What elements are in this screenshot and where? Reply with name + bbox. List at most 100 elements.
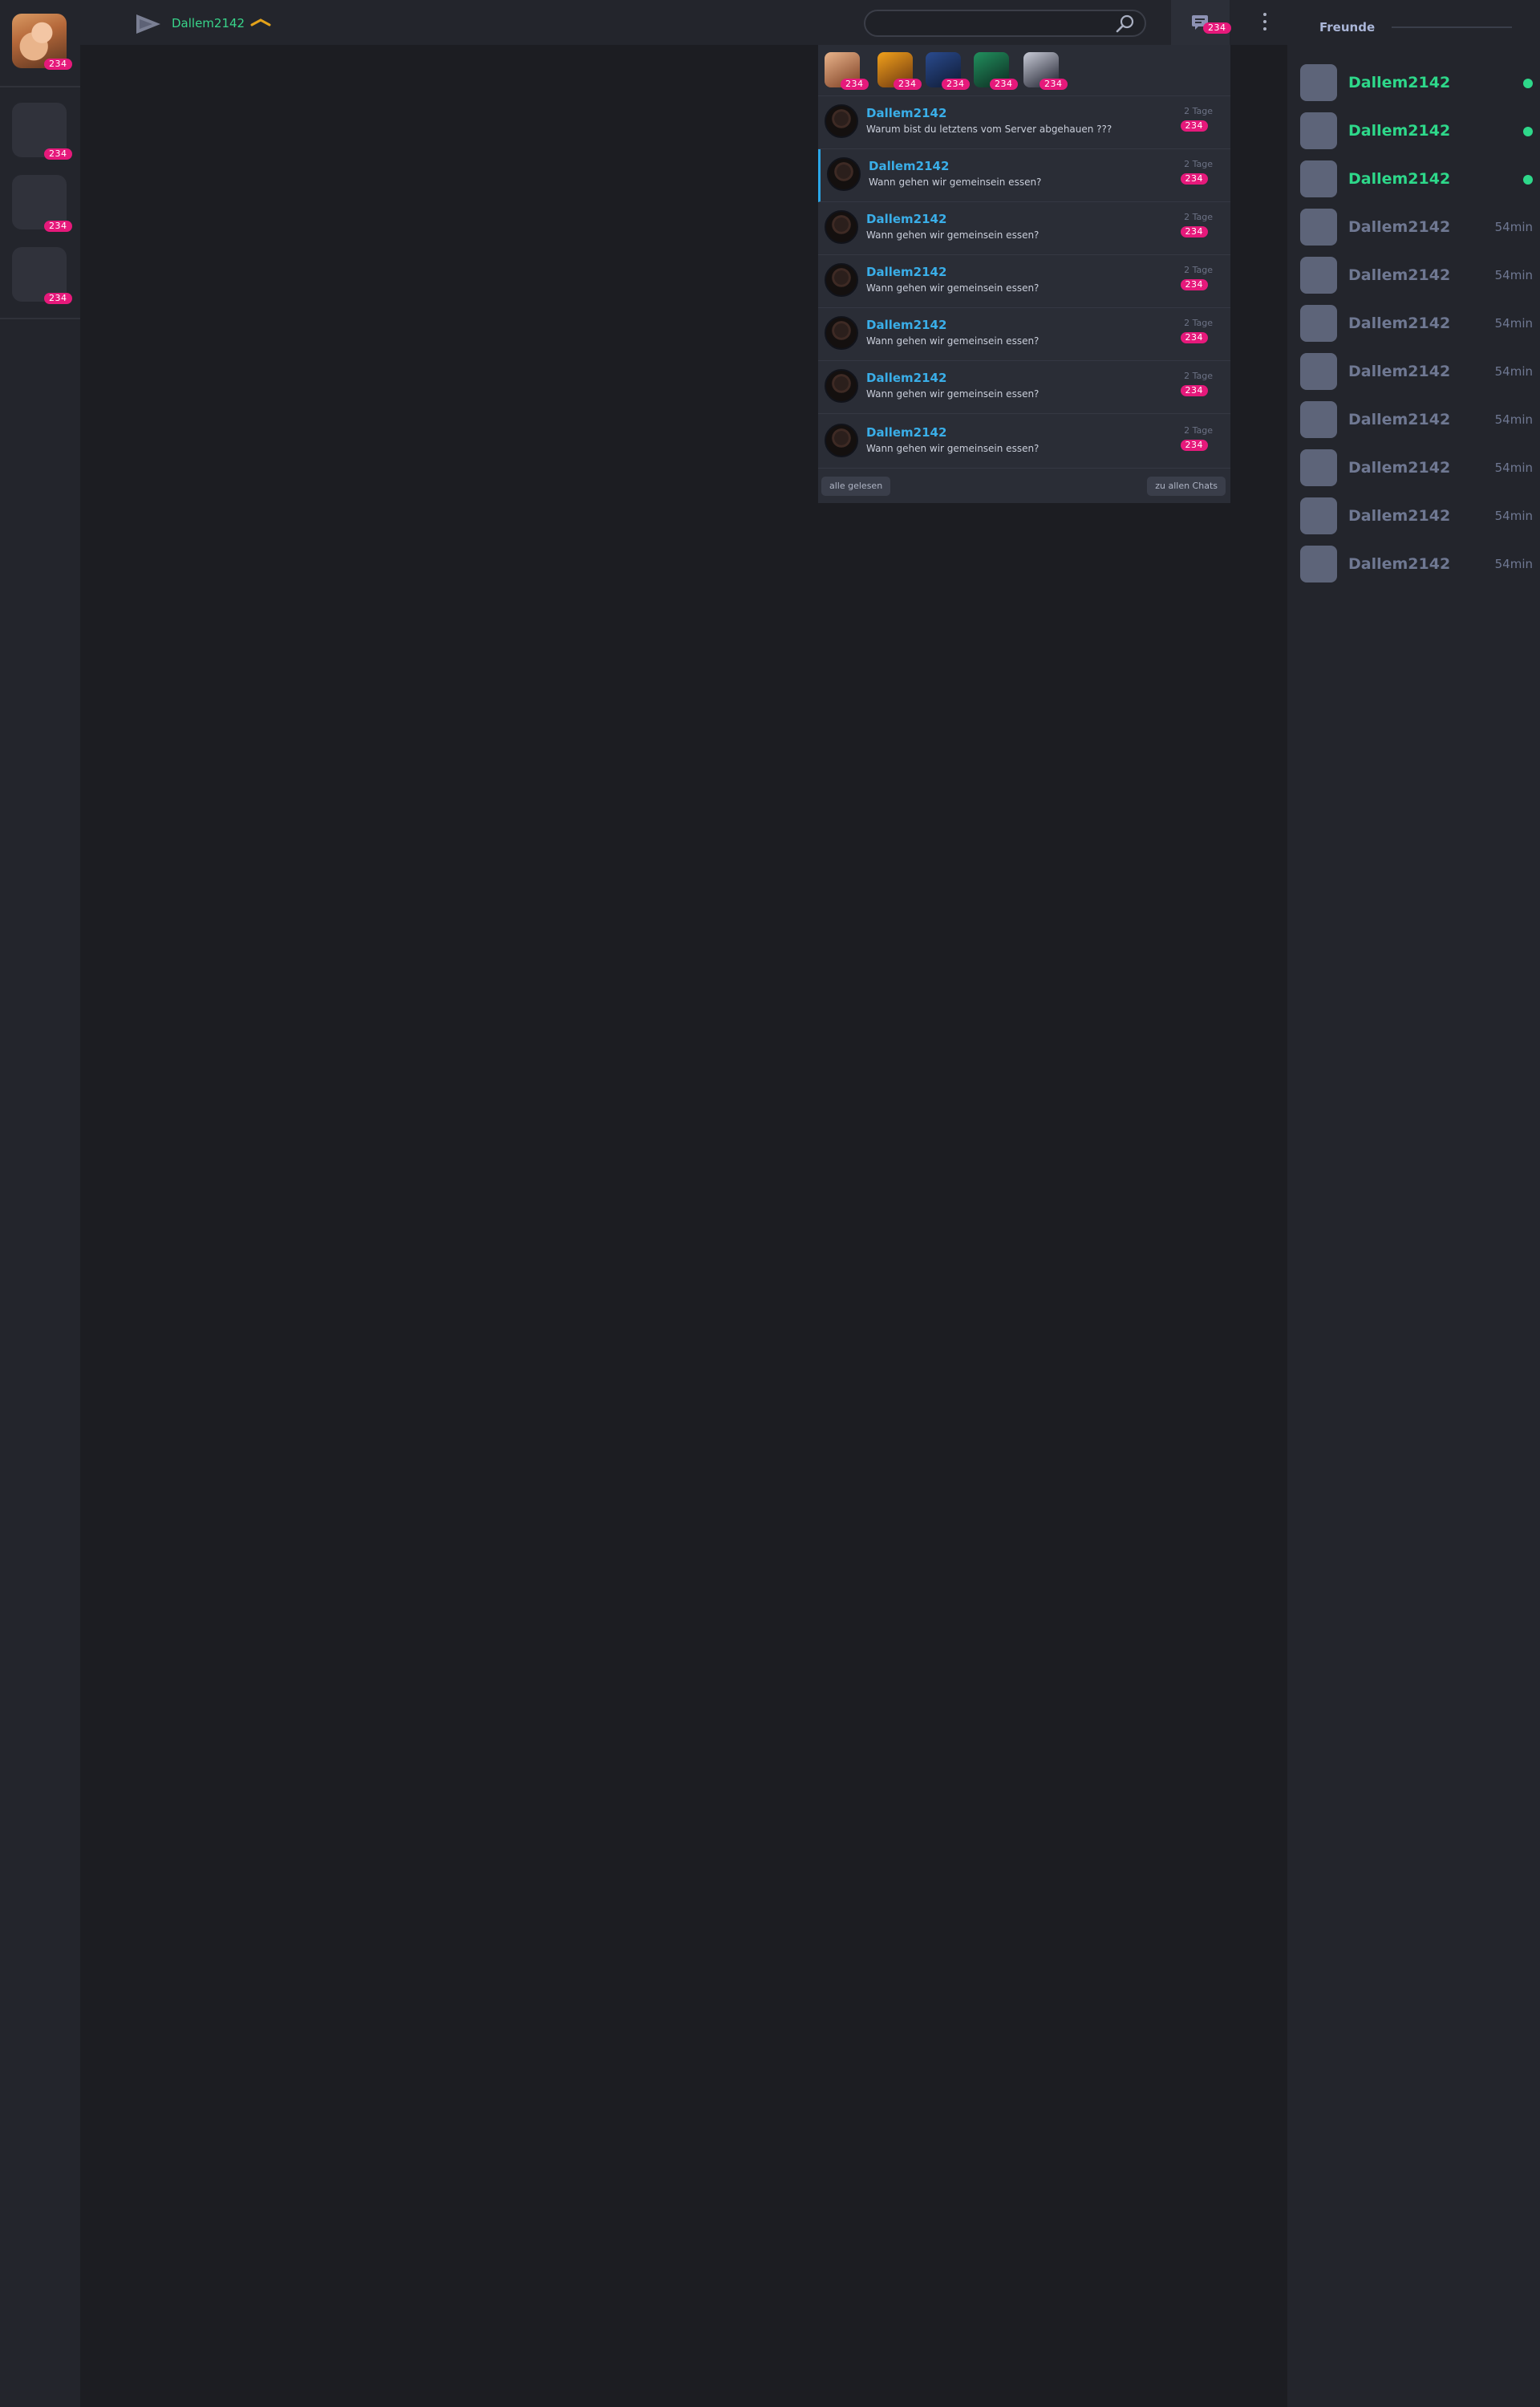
friend-item[interactable]: Dallem2142 54min: [1300, 449, 1533, 486]
user-avatar-badge: 234: [44, 59, 72, 70]
friend-item[interactable]: Dallem2142: [1300, 64, 1533, 101]
message-sender: Dallem2142: [866, 265, 947, 279]
friend-item[interactable]: Dallem2142 54min: [1300, 497, 1533, 534]
message-preview: Wann gehen wir gemeinsein essen?: [866, 229, 1040, 241]
friend-name: Dallem2142: [1348, 122, 1451, 140]
search-icon[interactable]: [1115, 14, 1136, 35]
message-item[interactable]: Dallem2142 Wann gehen wir gemeinsein ess…: [818, 255, 1230, 308]
message-time: 2 Tage: [1184, 265, 1213, 275]
friend-name: Dallem2142: [1348, 507, 1451, 525]
more-menu-icon[interactable]: [1261, 11, 1269, 34]
topbar-username[interactable]: Dallem2142: [172, 16, 245, 30]
friends-title: Freunde: [1319, 20, 1376, 35]
message-item[interactable]: Dallem2142 Wann gehen wir gemeinsein ess…: [818, 149, 1230, 202]
story-badge: 234: [841, 79, 869, 90]
story-badge: 234: [942, 79, 970, 90]
friend-name: Dallem2142: [1348, 459, 1451, 477]
message-preview: Warum bist du letztens vom Server abgeha…: [866, 124, 1112, 135]
friend-last-seen: 54min: [1494, 509, 1533, 523]
friend-avatar: [1300, 64, 1337, 101]
friend-last-seen: 54min: [1494, 268, 1533, 282]
message-time: 2 Tage: [1184, 425, 1213, 436]
message-badge: 234: [1180, 385, 1208, 396]
friend-avatar: [1300, 449, 1337, 486]
mark-all-read-button[interactable]: alle gelesen: [821, 477, 891, 496]
rank-chevron-icon: [250, 18, 271, 26]
friend-last-seen: 54min: [1494, 316, 1533, 331]
chat-dropdown: 234 234 234 234 234 Dallem2142 Warum bis…: [818, 45, 1230, 503]
friend-last-seen: 54min: [1494, 461, 1533, 475]
play-logo-icon[interactable]: [136, 14, 160, 34]
message-sender: Dallem2142: [866, 318, 947, 332]
message-item[interactable]: Dallem2142 Wann gehen wir gemeinsein ess…: [818, 202, 1230, 255]
message-avatar: [825, 369, 858, 403]
friend-item[interactable]: Dallem2142: [1300, 160, 1533, 197]
friend-name: Dallem2142: [1348, 315, 1451, 332]
friend-last-seen: 54min: [1494, 220, 1533, 234]
friend-name: Dallem2142: [1348, 411, 1451, 428]
friend-avatar: [1300, 353, 1337, 390]
message-avatar: [825, 316, 858, 350]
story-badge: 234: [894, 79, 922, 90]
message-preview: Wann gehen wir gemeinsein essen?: [866, 335, 1040, 347]
friend-item[interactable]: Dallem2142 54min: [1300, 257, 1533, 294]
message-time: 2 Tage: [1184, 159, 1213, 169]
message-time: 2 Tage: [1184, 212, 1213, 222]
friend-item[interactable]: Dallem2142 54min: [1300, 305, 1533, 342]
search-input[interactable]: [864, 10, 1146, 37]
friend-item[interactable]: Dallem2142 54min: [1300, 209, 1533, 246]
online-status-dot: [1523, 79, 1533, 88]
message-badge: 234: [1180, 332, 1208, 343]
message-time: 2 Tage: [1184, 371, 1213, 381]
friend-avatar: [1300, 546, 1337, 582]
message-preview: Wann gehen wir gemeinsein essen?: [866, 282, 1040, 294]
friend-item[interactable]: Dallem2142: [1300, 112, 1533, 149]
message-item[interactable]: Dallem2142 Wann gehen wir gemeinsein ess…: [818, 416, 1230, 469]
all-chats-button[interactable]: zu allen Chats: [1147, 477, 1226, 496]
message-sender: Dallem2142: [866, 371, 947, 385]
message-avatar: [825, 263, 858, 297]
friend-avatar: [1300, 497, 1337, 534]
server-badge: 234: [44, 148, 72, 160]
friend-name: Dallem2142: [1348, 363, 1451, 380]
message-sender: Dallem2142: [866, 106, 947, 120]
friend-name: Dallem2142: [1348, 74, 1451, 91]
story-row: 234 234 234 234 234: [818, 45, 1230, 96]
friend-name: Dallem2142: [1348, 170, 1451, 188]
message-badge: 234: [1180, 120, 1208, 132]
friends-panel: Freunde Dallem2142 Dallem2142 Dallem2142…: [1287, 0, 1540, 2407]
message-sender: Dallem2142: [869, 159, 950, 173]
message-preview: Wann gehen wir gemeinsein essen?: [866, 388, 1040, 400]
message-preview: Wann gehen wir gemeinsein essen?: [869, 177, 1042, 188]
message-badge: 234: [1180, 440, 1208, 451]
friend-avatar: [1300, 209, 1337, 246]
friend-avatar: [1300, 401, 1337, 438]
online-status-dot: [1523, 127, 1533, 136]
message-sender: Dallem2142: [866, 425, 947, 440]
friend-name: Dallem2142: [1348, 266, 1451, 284]
chat-badge: 234: [1203, 22, 1231, 34]
friend-avatar: [1300, 160, 1337, 197]
message-preview: Wann gehen wir gemeinsein essen?: [866, 443, 1040, 454]
friend-item[interactable]: Dallem2142 54min: [1300, 353, 1533, 390]
message-avatar: [825, 424, 858, 457]
message-item[interactable]: Dallem2142 Warum bist du letztens vom Se…: [818, 96, 1230, 149]
message-badge: 234: [1180, 173, 1208, 185]
friend-item[interactable]: Dallem2142 54min: [1300, 546, 1533, 582]
friend-avatar: [1300, 257, 1337, 294]
message-time: 2 Tage: [1184, 318, 1213, 328]
friend-item[interactable]: Dallem2142 54min: [1300, 401, 1533, 438]
friend-avatar: [1300, 112, 1337, 149]
rail-divider: [0, 318, 80, 319]
friend-last-seen: 54min: [1494, 557, 1533, 571]
story-badge: 234: [1040, 79, 1068, 90]
online-status-dot: [1523, 175, 1533, 185]
server-badge: 234: [44, 293, 72, 304]
message-time: 2 Tage: [1184, 106, 1213, 116]
message-badge: 234: [1180, 226, 1208, 237]
friend-name: Dallem2142: [1348, 218, 1451, 236]
friend-avatar: [1300, 305, 1337, 342]
message-item[interactable]: Dallem2142 Wann gehen wir gemeinsein ess…: [818, 308, 1230, 361]
message-item[interactable]: Dallem2142 Wann gehen wir gemeinsein ess…: [818, 361, 1230, 414]
message-avatar: [825, 210, 858, 244]
